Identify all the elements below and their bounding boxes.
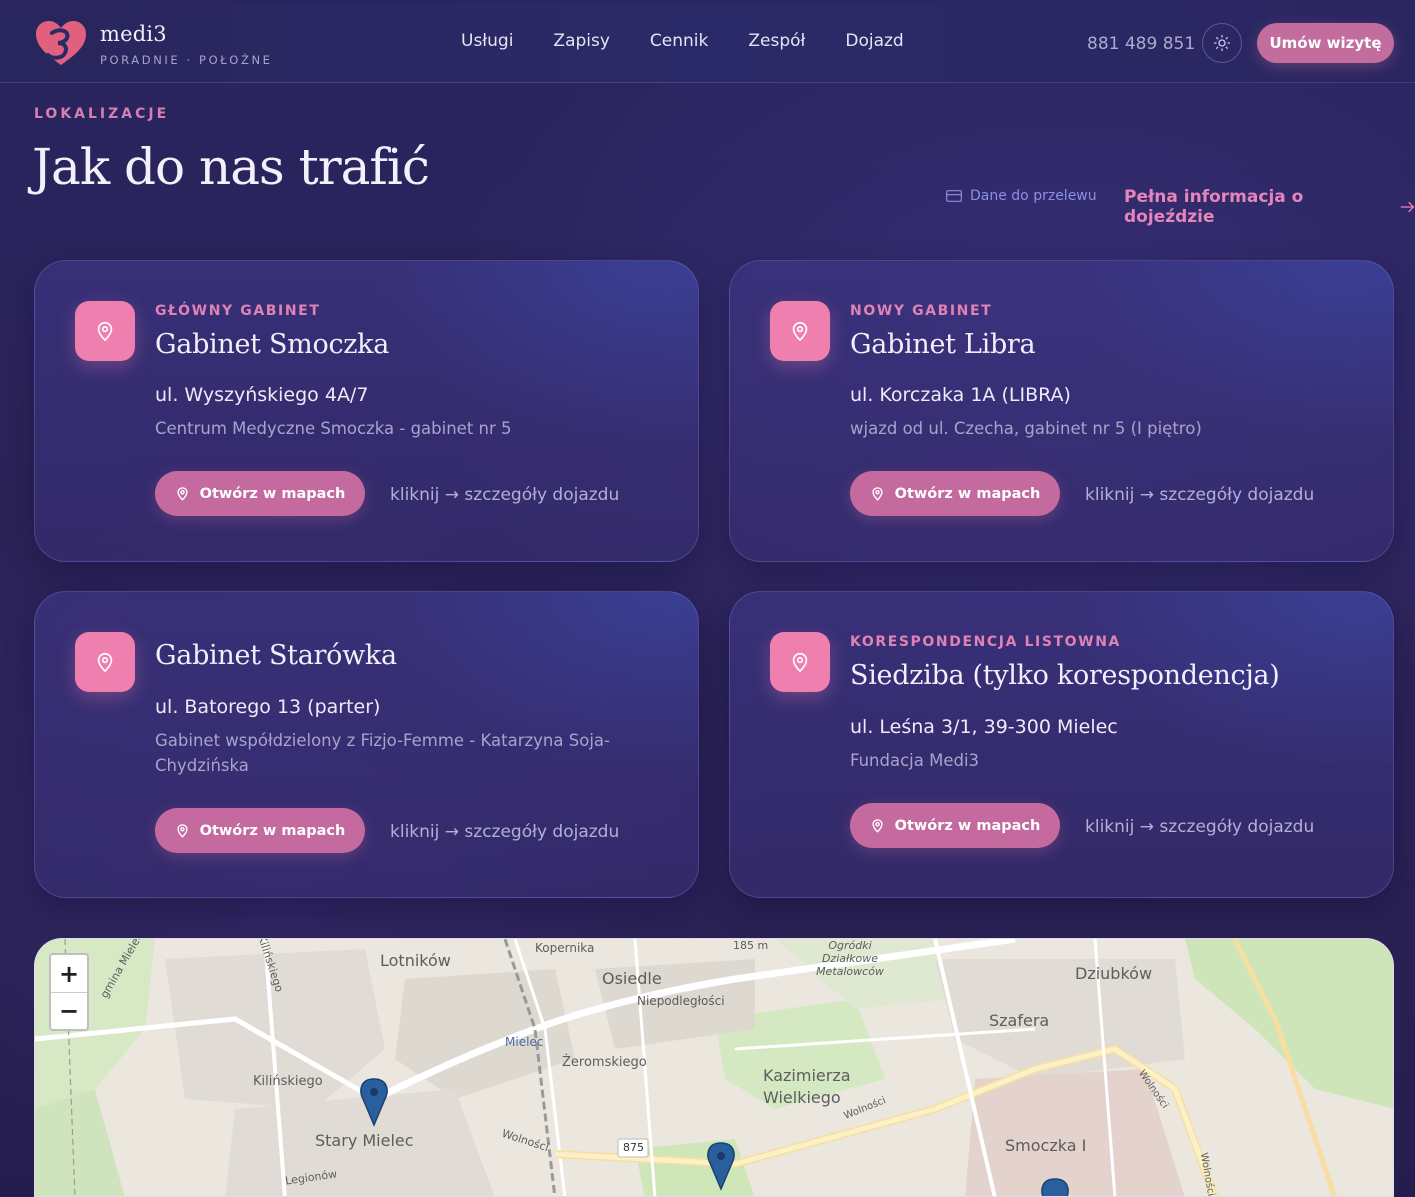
directions-details-link[interactable]: kliknij → szczegóły dojazdu <box>390 822 619 842</box>
location-address: ul. Leśna 3/1, 39-300 Mielec <box>850 716 1118 738</box>
full-info-label: Pełna informacja o dojeździe <box>1124 187 1304 227</box>
location-title: Gabinet Starówka <box>155 640 397 671</box>
logo-icon[interactable] <box>34 19 90 69</box>
location-title: Gabinet Libra <box>850 329 1036 360</box>
location-title: Siedziba (tylko korespondencja) <box>850 660 1280 691</box>
nav-zapisy[interactable]: Zapisy <box>533 31 630 51</box>
map-pin-icon <box>770 301 830 361</box>
nav-dojazd[interactable]: Dojazd <box>825 31 923 51</box>
directions-details-link[interactable]: kliknij → szczegóły dojazdu <box>1085 817 1314 837</box>
map-pin-icon <box>872 819 883 833</box>
open-in-maps-button[interactable]: Otwórz w mapach <box>850 803 1060 848</box>
map-district-label: Szafera <box>989 1011 1050 1030</box>
locations-map[interactable]: Kopernika Lotników Osiedle Niepodległośc… <box>34 938 1394 1197</box>
location-note: Gabinet współdzielony z Fizjo-Femme - Ka… <box>155 731 610 775</box>
open-in-maps-button[interactable]: Otwórz w mapach <box>155 471 365 516</box>
location-note: wjazd od ul. Czecha, gabinet nr 5 (I pię… <box>850 419 1202 438</box>
map-district-label: Smoczka I <box>1005 1136 1087 1155</box>
nav-zespol[interactable]: Zespół <box>728 31 825 51</box>
map-district-label: Lotników <box>380 951 451 970</box>
map-district-label: Stary Mielec <box>315 1131 414 1150</box>
map-pin-icon <box>770 632 830 692</box>
phone-link[interactable]: 881 489 851 <box>1087 34 1195 54</box>
directions-details-link[interactable]: kliknij → szczegóły dojazdu <box>1085 485 1314 505</box>
book-visit-button[interactable]: Umów wizytę <box>1257 23 1394 63</box>
location-note: Fundacja Medi3 <box>850 751 980 770</box>
map-elevation-label: 185 m <box>733 939 769 952</box>
map-pin-icon <box>75 301 135 361</box>
location-tag: GŁÓWNY GABINET <box>155 303 321 319</box>
location-card-starowka: Gabinet Starówka ul. Batorego 13 (parter… <box>34 591 699 898</box>
map-pin-icon <box>75 632 135 692</box>
transfer-link-label: Dane do przelewu <box>970 188 1097 204</box>
open-in-maps-button[interactable]: Otwórz w mapach <box>850 471 1060 516</box>
open-in-maps-label: Otwórz w mapach <box>894 817 1041 834</box>
full-directions-link[interactable]: Pełna informacja o dojeździe <box>1124 187 1415 227</box>
nav-uslugi[interactable]: Usługi <box>441 31 533 51</box>
sun-icon <box>1213 34 1231 52</box>
location-title: Gabinet Smoczka <box>155 329 390 360</box>
location-card-libra: NOWY GABINET Gabinet Libra ul. Korczaka … <box>729 260 1394 562</box>
location-card-smoczka: GŁÓWNY GABINET Gabinet Smoczka ul. Wyszy… <box>34 260 699 562</box>
brand-name[interactable]: medi3 <box>100 22 167 46</box>
map-district-label: Osiedle <box>602 969 662 988</box>
site-header: medi3 PORADNIE · POŁOŻNE Usługi Zapisy C… <box>0 3 1415 83</box>
open-in-maps-label: Otwórz w mapach <box>894 485 1041 502</box>
open-in-maps-label: Otwórz w mapach <box>199 485 346 502</box>
map-district-label: Kazimierza Wielkiego <box>763 1066 851 1107</box>
map-marker-icon <box>1041 1178 1069 1196</box>
map-street-label: Kopernika <box>535 941 595 955</box>
map-pin-icon <box>872 487 883 501</box>
location-address: ul. Wyszyńskiego 4A/7 <box>155 384 369 406</box>
open-in-maps-label: Otwórz w mapach <box>199 822 346 839</box>
map-district-label: Dziubków <box>1075 964 1153 983</box>
location-card-siedziba: KORESPONDENCJA LISTOWNA Siedziba (tylko … <box>729 591 1394 898</box>
location-address: ul. Batorego 13 (parter) <box>155 696 381 718</box>
credit-card-icon <box>946 190 962 202</box>
location-tag: NOWY GABINET <box>850 303 993 319</box>
section-eyebrow: LOKALIZACJE <box>34 106 170 122</box>
zoom-in-button[interactable]: + <box>51 955 87 992</box>
main-nav: Usługi Zapisy Cennik Zespół Dojazd <box>441 31 924 51</box>
brand-subtitle: PORADNIE · POŁOŻNE <box>100 53 273 67</box>
open-in-maps-button[interactable]: Otwórz w mapach <box>155 808 365 853</box>
location-note: Centrum Medyczne Smoczka - gabinet nr 5 <box>155 419 512 438</box>
transfer-data-link[interactable]: Dane do przelewu <box>946 188 1097 204</box>
map-zoom-control: + − <box>49 953 89 1031</box>
location-address: ul. Korczaka 1A (LIBRA) <box>850 384 1071 406</box>
arrow-right-icon <box>1400 201 1414 213</box>
map-street-label: Żeromskiego <box>562 1055 647 1070</box>
map-area-label: Ogródki Działkowe Metalowców <box>816 939 884 978</box>
map-station-label: Mielec <box>505 1035 544 1049</box>
map-tiles <box>35 939 1393 1196</box>
map-street-label: Kilińskiego <box>253 1074 323 1089</box>
map-pin-icon <box>177 487 188 501</box>
map-road-number: 875 <box>623 1141 644 1154</box>
page-title: Jak do nas trafić <box>32 138 430 196</box>
theme-toggle-button[interactable] <box>1202 23 1242 63</box>
zoom-out-button[interactable]: − <box>51 992 87 1029</box>
nav-cennik[interactable]: Cennik <box>630 31 728 51</box>
directions-details-link[interactable]: kliknij → szczegóły dojazdu <box>390 485 619 505</box>
map-street-label: Niepodległości <box>637 994 725 1008</box>
location-tag: KORESPONDENCJA LISTOWNA <box>850 634 1121 650</box>
map-pin-icon <box>177 824 188 838</box>
